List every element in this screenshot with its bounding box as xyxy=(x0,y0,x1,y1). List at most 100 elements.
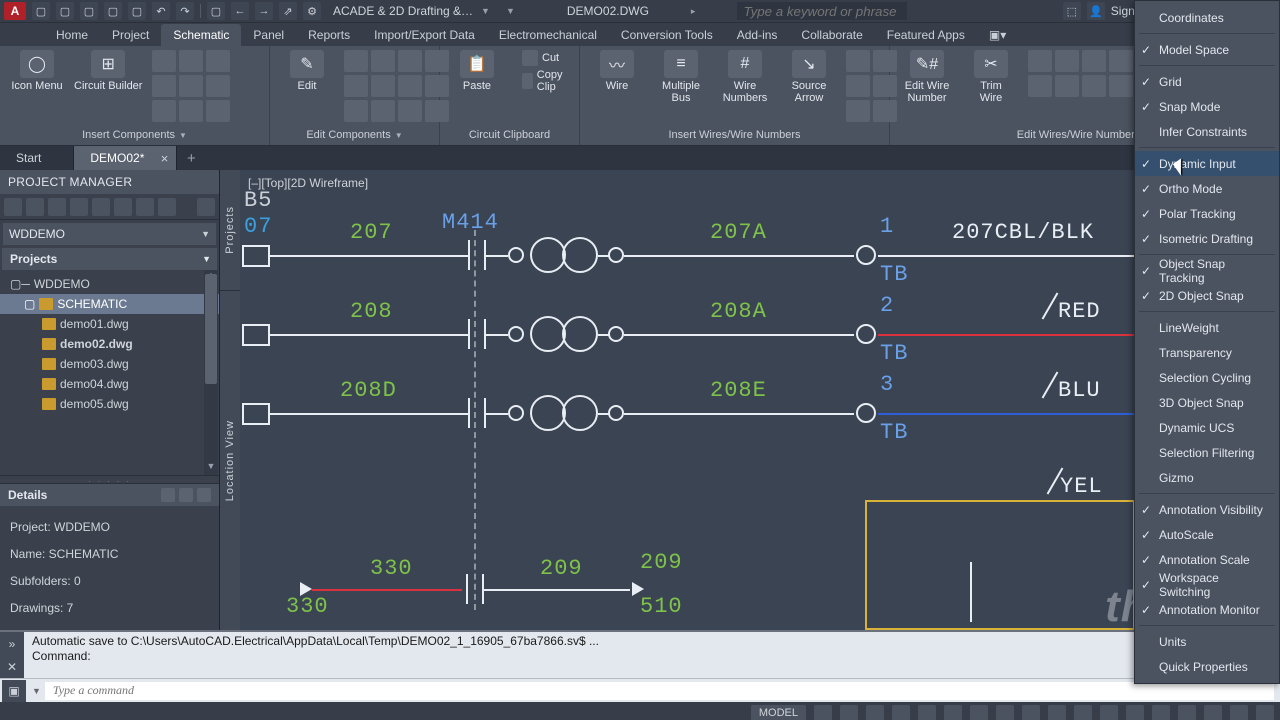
qat-undo-icon[interactable]: ↶ xyxy=(152,2,170,20)
small-button[interactable] xyxy=(152,50,176,72)
tree-file[interactable]: demo05.dwg xyxy=(0,394,219,414)
doc-tab[interactable]: DEMO02*× xyxy=(74,146,177,170)
scrollbar-thumb[interactable] xyxy=(205,274,217,384)
command-prompt-icon[interactable]: ▣ xyxy=(2,680,26,702)
drawing-canvas[interactable]: [–][Top][2D Wireframe] B5 07 207 M414 20… xyxy=(240,170,1280,630)
qat-back-icon[interactable]: ← xyxy=(231,2,249,20)
menu-item-workspace-switching[interactable]: ✓Workspace Switching xyxy=(1135,572,1279,597)
menu-item-isometric-drafting[interactable]: ✓Isometric Drafting xyxy=(1135,226,1279,251)
ribbon-tab-electromechanical[interactable]: Electromechanical xyxy=(487,24,609,46)
splitter-grip[interactable]: · · · · · xyxy=(0,475,219,484)
tree-file[interactable]: demo03.dwg xyxy=(0,354,219,374)
qat-save-icon[interactable]: ▢ xyxy=(80,2,98,20)
chevron-icon[interactable]: » xyxy=(9,637,16,651)
connectivity-icon[interactable]: ⬚ xyxy=(1063,2,1081,20)
ribbon-tab-import-export-data[interactable]: Import/Export Data xyxy=(362,24,487,46)
menu-item-selection-filtering[interactable]: Selection Filtering xyxy=(1135,440,1279,465)
menu-item-polar-tracking[interactable]: ✓Polar Tracking xyxy=(1135,201,1279,226)
menu-item-annotation-monitor[interactable]: ✓Annotation Monitor xyxy=(1135,597,1279,622)
menu-item-transparency[interactable]: Transparency xyxy=(1135,340,1279,365)
wire-numbers-button[interactable]: #Wire Numbers xyxy=(718,50,772,104)
cut-button[interactable]: Cut xyxy=(522,50,569,66)
ribbon-tab-add-ins[interactable]: Add-ins xyxy=(725,24,790,46)
edit-wire-number-button[interactable]: ✎#Edit Wire Number xyxy=(900,50,954,104)
tree-file[interactable]: demo04.dwg xyxy=(0,374,219,394)
details-header[interactable]: Details xyxy=(0,484,219,506)
ribbon-tab-panel[interactable]: Panel xyxy=(241,24,296,46)
circuit-builder-button[interactable]: ⊞ Circuit Builder xyxy=(74,50,142,92)
model-space-button[interactable]: MODEL xyxy=(751,705,806,720)
close-icon[interactable]: × xyxy=(161,151,169,166)
menu-item-model-space[interactable]: ✓Model Space xyxy=(1135,37,1279,62)
menu-item-dynamic-ucs[interactable]: Dynamic UCS xyxy=(1135,415,1279,440)
workspace-caret-icon[interactable]: ▼ xyxy=(481,6,490,16)
snap-toggle-icon[interactable] xyxy=(840,705,858,720)
copy-clip-button[interactable]: Copy Clip xyxy=(522,69,569,93)
search-caret-icon[interactable]: ▸ xyxy=(691,6,696,17)
projects-section-header[interactable]: Projects▼ xyxy=(2,248,217,270)
command-history[interactable]: Automatic save to C:\Users\AutoCAD.Elect… xyxy=(24,632,1280,678)
ribbon-tab-conversion-tools[interactable]: Conversion Tools xyxy=(609,24,725,46)
menu-item-quick-properties[interactable]: Quick Properties xyxy=(1135,654,1279,679)
tree-folder-schematic[interactable]: ▢SCHEMATIC xyxy=(0,294,219,314)
project-tree[interactable]: ▢─WDDEMO ▢SCHEMATIC demo01.dwgdemo02.dwg… xyxy=(0,270,219,475)
add-tab-button[interactable]: + xyxy=(177,150,205,167)
multiple-bus-button[interactable]: ≡Multiple Bus xyxy=(654,50,708,104)
grid-toggle-icon[interactable] xyxy=(814,705,832,720)
paste-button[interactable]: 📋 Paste xyxy=(450,50,504,92)
edit-button[interactable]: ✎ Edit xyxy=(280,50,334,92)
menu-item-coordinates[interactable]: Coordinates xyxy=(1135,5,1279,30)
icon-menu-button[interactable]: ◯ Icon Menu xyxy=(10,50,64,92)
menu-item-autoscale[interactable]: ✓AutoScale xyxy=(1135,522,1279,547)
menu-item-dynamic-input[interactable]: ✓Dynamic Input xyxy=(1135,151,1279,176)
user-icon[interactable]: 👤 xyxy=(1087,2,1105,20)
tree-file[interactable]: demo02.dwg xyxy=(0,334,219,354)
pm-tool-icon[interactable] xyxy=(4,198,22,216)
qat-caret-icon[interactable]: ▼ xyxy=(506,6,515,16)
source-arrow-button[interactable]: ↘Source Arrow xyxy=(782,50,836,104)
command-input[interactable] xyxy=(45,682,1274,700)
workspace-label[interactable]: ACADE & 2D Drafting &… xyxy=(333,4,473,18)
tree-file[interactable]: demo01.dwg xyxy=(0,314,219,334)
menu-item-ortho-mode[interactable]: ✓Ortho Mode xyxy=(1135,176,1279,201)
menu-item-units[interactable]: Units xyxy=(1135,629,1279,654)
details-icon[interactable] xyxy=(161,488,175,502)
location-view-strip[interactable]: Location View xyxy=(220,290,240,630)
qat-share-icon[interactable]: ⇗ xyxy=(279,2,297,20)
command-handle[interactable]: » ✕ xyxy=(0,632,24,678)
ribbon-tab-home[interactable]: Home xyxy=(44,24,100,46)
workspace-gear-icon[interactable]: ⚙ xyxy=(303,2,321,20)
menu-item-annotation-scale[interactable]: ✓Annotation Scale xyxy=(1135,547,1279,572)
menu-item-grid[interactable]: ✓Grid xyxy=(1135,69,1279,94)
panel-title[interactable]: Edit Components▼ xyxy=(280,126,429,145)
ribbon-tab-project[interactable]: Project xyxy=(100,24,161,46)
panel-title[interactable]: Insert Components▼ xyxy=(10,126,259,145)
menu-item-lineweight[interactable]: LineWeight xyxy=(1135,315,1279,340)
ribbon-overflow-icon[interactable]: ▣▾ xyxy=(977,24,1018,46)
menu-item--d-object-snap[interactable]: 3D Object Snap xyxy=(1135,390,1279,415)
app-logo[interactable]: A xyxy=(4,2,26,20)
qat-plot-icon[interactable]: ▢ xyxy=(128,2,146,20)
ribbon-tab-reports[interactable]: Reports xyxy=(296,24,362,46)
wire-button[interactable]: 〰Wire xyxy=(590,50,644,92)
qat-new-icon[interactable]: ▢ xyxy=(32,2,50,20)
project-combo[interactable]: WDDEMO▼ xyxy=(3,223,216,245)
doc-tab[interactable]: Start xyxy=(0,146,74,170)
command-caret-icon[interactable]: ▼ xyxy=(32,686,41,696)
qat-saveas-icon[interactable]: ▢ xyxy=(104,2,122,20)
qat-print-icon[interactable]: ▢ xyxy=(207,2,225,20)
menu-item-annotation-visibility[interactable]: ✓Annotation Visibility xyxy=(1135,497,1279,522)
qat-redo-icon[interactable]: ↷ xyxy=(176,2,194,20)
menu-item-selection-cycling[interactable]: Selection Cycling xyxy=(1135,365,1279,390)
qat-open-icon[interactable]: ▢ xyxy=(56,2,74,20)
projects-strip[interactable]: Projects xyxy=(220,170,240,290)
tree-root[interactable]: ▢─WDDEMO xyxy=(0,274,219,294)
ribbon-tab-collaborate[interactable]: Collaborate xyxy=(789,24,874,46)
customize-statusbar-icon[interactable] xyxy=(1256,705,1274,720)
trim-wire-button[interactable]: ✂Trim Wire xyxy=(964,50,1018,104)
help-search-input[interactable] xyxy=(737,2,907,20)
pm-help-icon[interactable] xyxy=(197,198,215,216)
qat-fwd-icon[interactable]: → xyxy=(255,2,273,20)
menu-item-infer-constraints[interactable]: Infer Constraints xyxy=(1135,119,1279,144)
close-icon[interactable]: ✕ xyxy=(7,660,17,674)
